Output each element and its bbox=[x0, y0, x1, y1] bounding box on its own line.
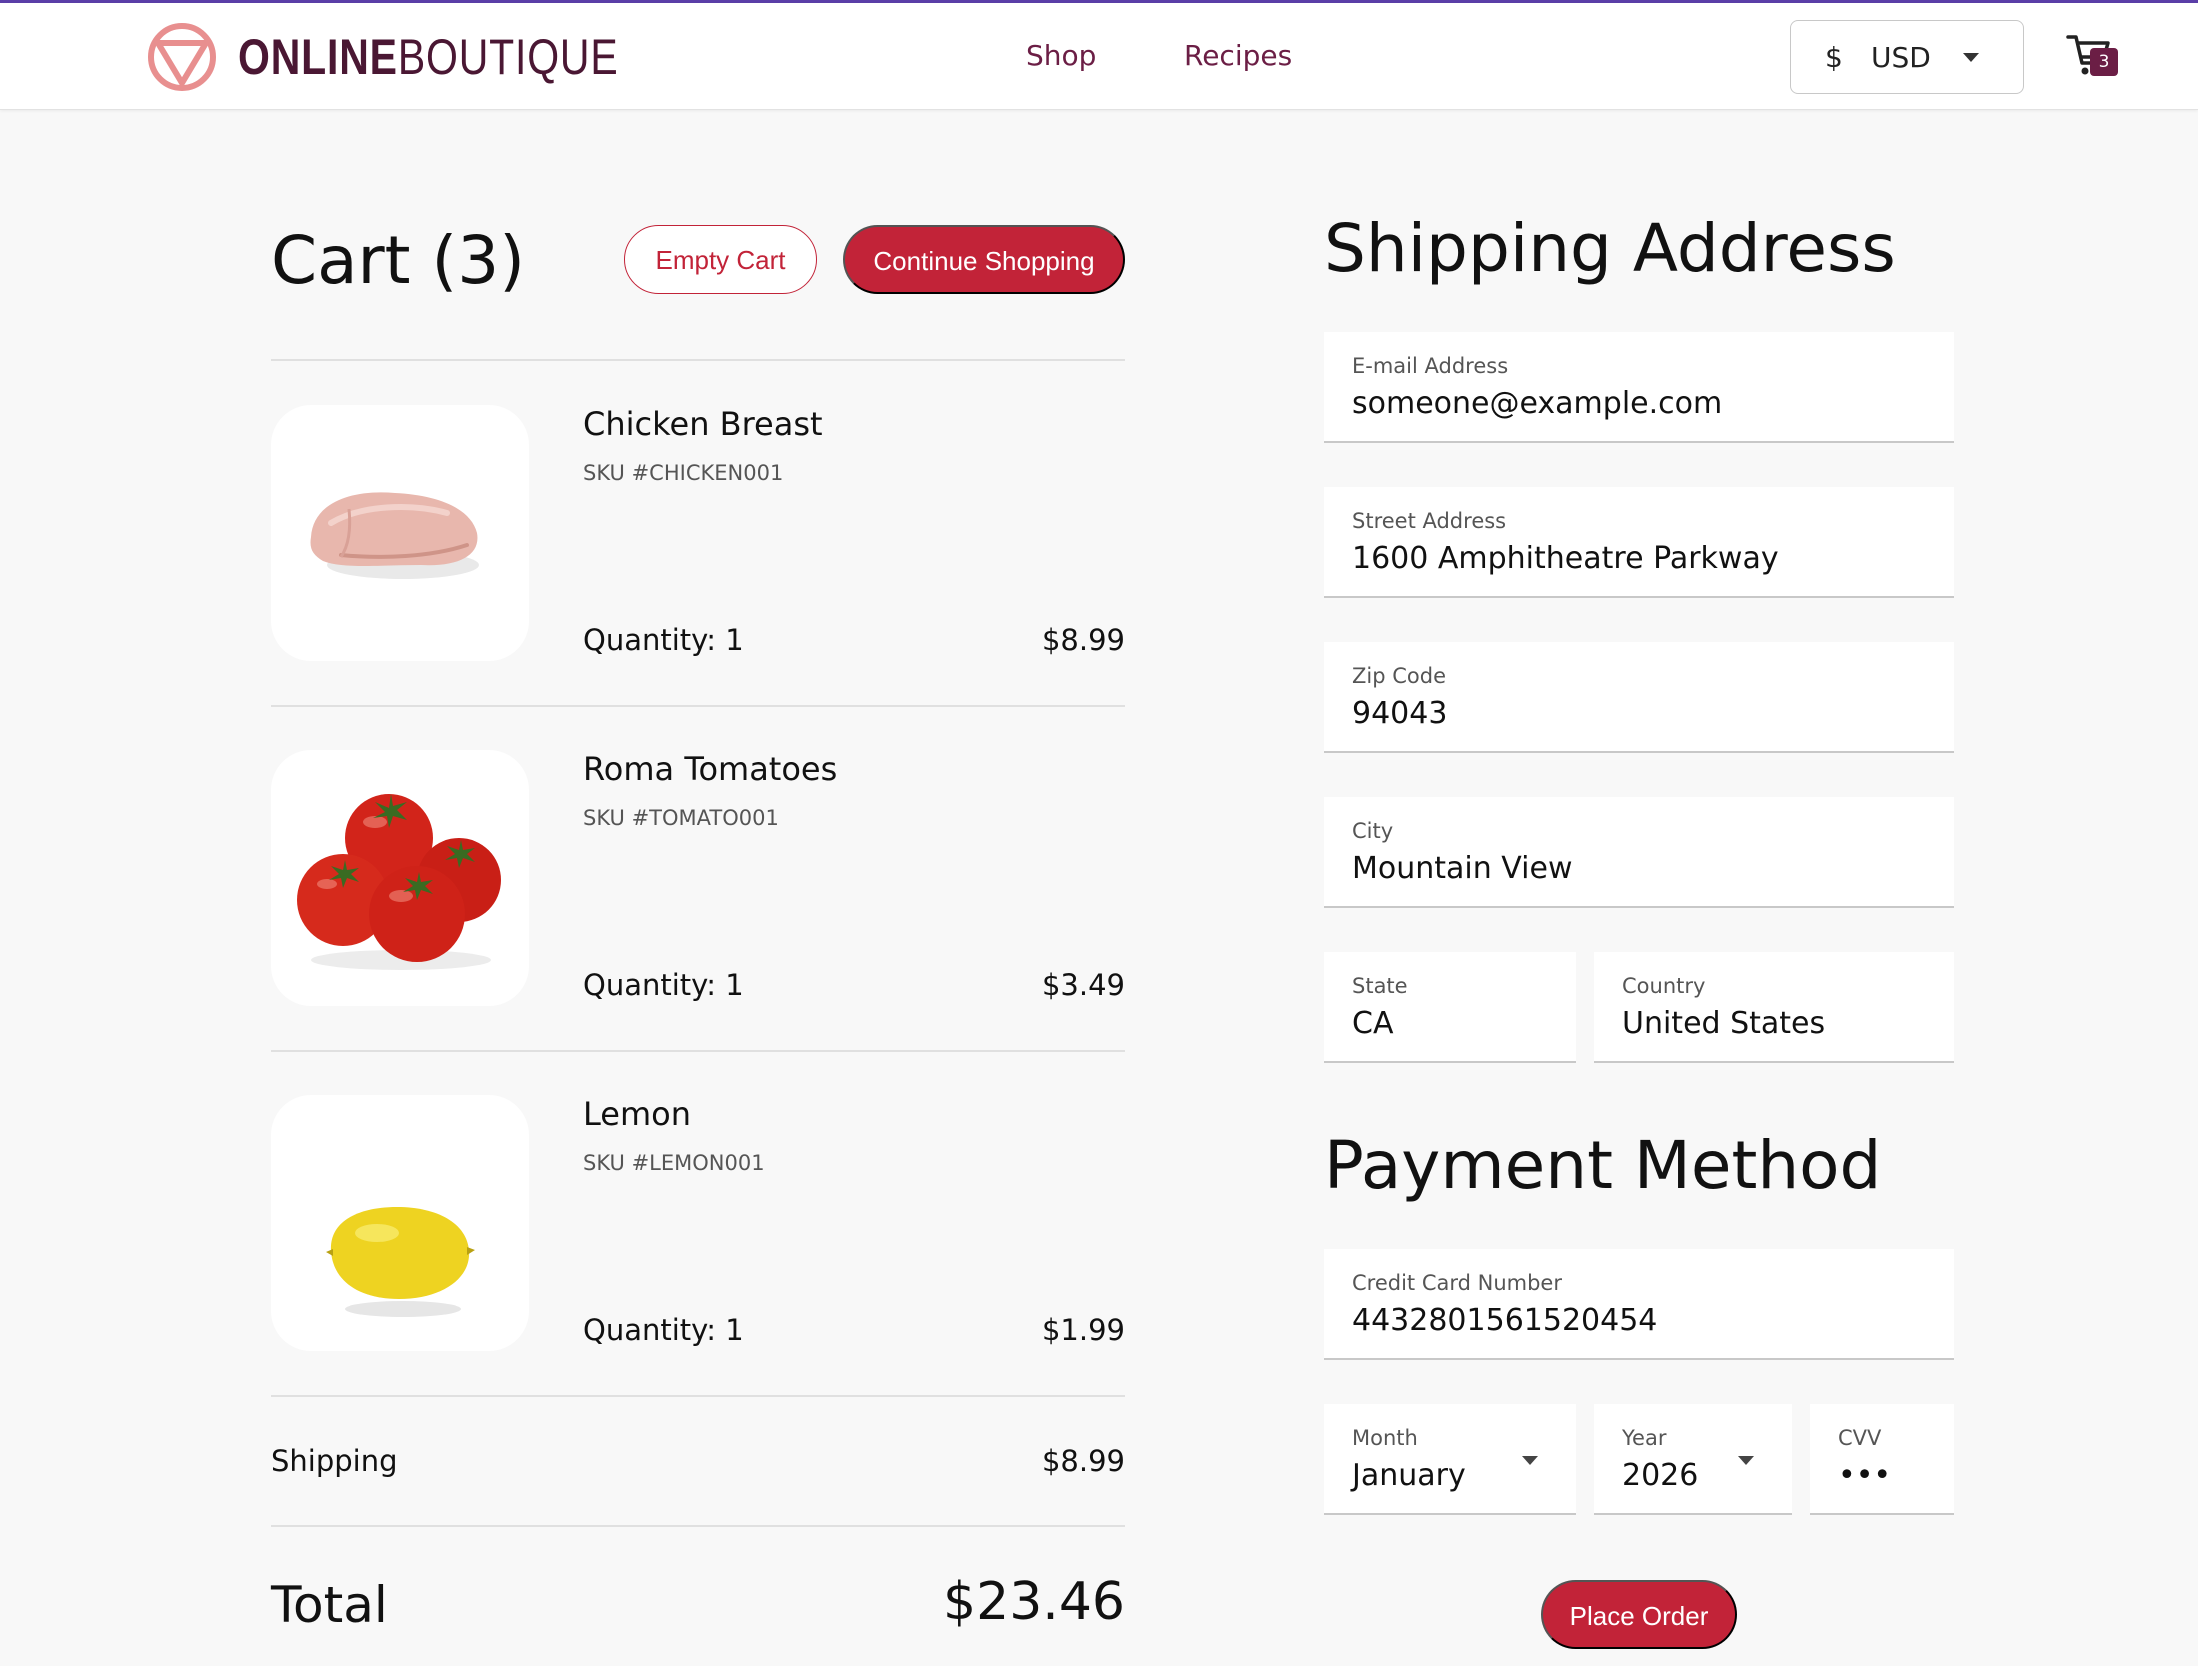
cart-count-badge: 3 bbox=[2090, 48, 2118, 76]
logo[interactable]: ONLINEBOUTIQUE bbox=[146, 19, 702, 95]
field-label: Street Address bbox=[1352, 509, 1507, 533]
field-value[interactable]: 94043 bbox=[1352, 696, 1447, 731]
currency-select[interactable]: $ USD bbox=[1790, 20, 2024, 94]
empty-cart-button[interactable]: Empty Cart bbox=[624, 225, 817, 294]
field-value[interactable]: 2026 bbox=[1622, 1458, 1698, 1493]
item-price: $8.99 bbox=[1041, 623, 1125, 657]
nav-shop[interactable]: Shop bbox=[1026, 39, 1096, 72]
field-label: CVV bbox=[1838, 1426, 1882, 1450]
field-value[interactable]: Mountain View bbox=[1352, 851, 1573, 886]
divider bbox=[271, 705, 1125, 707]
field-label: City bbox=[1352, 819, 1394, 843]
field-label: Year bbox=[1622, 1426, 1667, 1450]
email-field[interactable]: E-mail Address someone@example.com bbox=[1324, 332, 1954, 443]
logo-text: ONLINEBOUTIQUE bbox=[238, 28, 619, 86]
cart-title: Cart (3) bbox=[271, 222, 526, 299]
site-header: ONLINEBOUTIQUE Shop Recipes $ USD 3 bbox=[0, 3, 2198, 110]
field-value[interactable]: CA bbox=[1352, 1006, 1393, 1041]
logo-text-bold: ONLINE bbox=[238, 29, 398, 85]
logo-icon bbox=[148, 23, 216, 91]
total-amount: $23.46 bbox=[943, 1572, 1125, 1632]
lemon-image[interactable] bbox=[271, 1095, 529, 1351]
total-label: Total bbox=[271, 1576, 388, 1634]
divider bbox=[271, 1395, 1125, 1397]
month-select[interactable]: Month January bbox=[1324, 1404, 1576, 1515]
item-quantity: Quantity: 1 bbox=[583, 968, 744, 1002]
item-name[interactable]: Roma Tomatoes bbox=[583, 750, 837, 788]
item-price: $1.99 bbox=[1041, 1313, 1125, 1347]
item-quantity: Quantity: 1 bbox=[583, 1313, 744, 1347]
cart-item: Lemon SKU #LEMON001 Quantity: 1 $1.99 bbox=[271, 1095, 1125, 1351]
continue-shopping-button[interactable]: Continue Shopping bbox=[843, 225, 1125, 294]
field-label: Country bbox=[1622, 974, 1706, 998]
chicken-breast-image[interactable] bbox=[271, 405, 529, 661]
state-field[interactable]: State CA bbox=[1324, 952, 1576, 1063]
field-value[interactable]: 4432801561520454 bbox=[1352, 1303, 1657, 1338]
street-address-field[interactable]: Street Address 1600 Amphitheatre Parkway bbox=[1324, 487, 1954, 598]
field-label: Month bbox=[1352, 1426, 1418, 1450]
cart-item: Chicken Breast SKU #CHICKEN001 Quantity:… bbox=[271, 405, 1125, 661]
item-name[interactable]: Chicken Breast bbox=[583, 405, 823, 443]
tomatoes-image[interactable] bbox=[271, 750, 529, 1006]
item-quantity: Quantity: 1 bbox=[583, 623, 744, 657]
nav-recipes[interactable]: Recipes bbox=[1184, 39, 1292, 72]
divider bbox=[271, 1525, 1125, 1527]
chevron-down-icon bbox=[1522, 1456, 1538, 1465]
field-label: State bbox=[1352, 974, 1408, 998]
chevron-down-icon bbox=[1738, 1456, 1754, 1465]
city-field[interactable]: City Mountain View bbox=[1324, 797, 1954, 908]
place-order-button[interactable]: Place Order bbox=[1541, 1580, 1737, 1649]
shipping-address-title: Shipping Address bbox=[1324, 210, 1896, 287]
logo-text-light: BOUTIQUE bbox=[397, 29, 619, 85]
cvv-field[interactable]: CVV ••• bbox=[1810, 1404, 1954, 1515]
item-name[interactable]: Lemon bbox=[583, 1095, 691, 1133]
payment-method-title: Payment Method bbox=[1324, 1127, 1882, 1204]
field-label: Zip Code bbox=[1352, 664, 1446, 688]
field-label: E-mail Address bbox=[1352, 354, 1509, 378]
item-price: $3.49 bbox=[1041, 968, 1125, 1002]
field-label: Credit Card Number bbox=[1352, 1271, 1562, 1295]
cart-item: Roma Tomatoes SKU #TOMATO001 Quantity: 1… bbox=[271, 750, 1125, 1006]
zip-code-field[interactable]: Zip Code 94043 bbox=[1324, 642, 1954, 753]
item-sku: SKU #TOMATO001 bbox=[583, 806, 779, 830]
divider bbox=[271, 359, 1125, 361]
field-value[interactable]: 1600 Amphitheatre Parkway bbox=[1352, 541, 1779, 576]
item-sku: SKU #CHICKEN001 bbox=[583, 461, 784, 485]
chevron-down-icon bbox=[1963, 53, 1979, 62]
shipping-label: Shipping bbox=[271, 1444, 398, 1478]
divider bbox=[271, 1050, 1125, 1052]
field-value[interactable]: ••• bbox=[1838, 1458, 1891, 1493]
country-field[interactable]: Country United States bbox=[1594, 952, 1954, 1063]
field-value[interactable]: United States bbox=[1622, 1006, 1825, 1041]
currency-code: USD bbox=[1871, 41, 1931, 74]
item-sku: SKU #LEMON001 bbox=[583, 1151, 765, 1175]
shipping-cost: $8.99 bbox=[1041, 1444, 1125, 1478]
field-value[interactable]: someone@example.com bbox=[1352, 386, 1722, 421]
credit-card-field[interactable]: Credit Card Number 4432801561520454 bbox=[1324, 1249, 1954, 1360]
currency-symbol: $ bbox=[1825, 41, 1843, 74]
field-value[interactable]: January bbox=[1352, 1458, 1466, 1493]
year-select[interactable]: Year 2026 bbox=[1594, 1404, 1792, 1515]
